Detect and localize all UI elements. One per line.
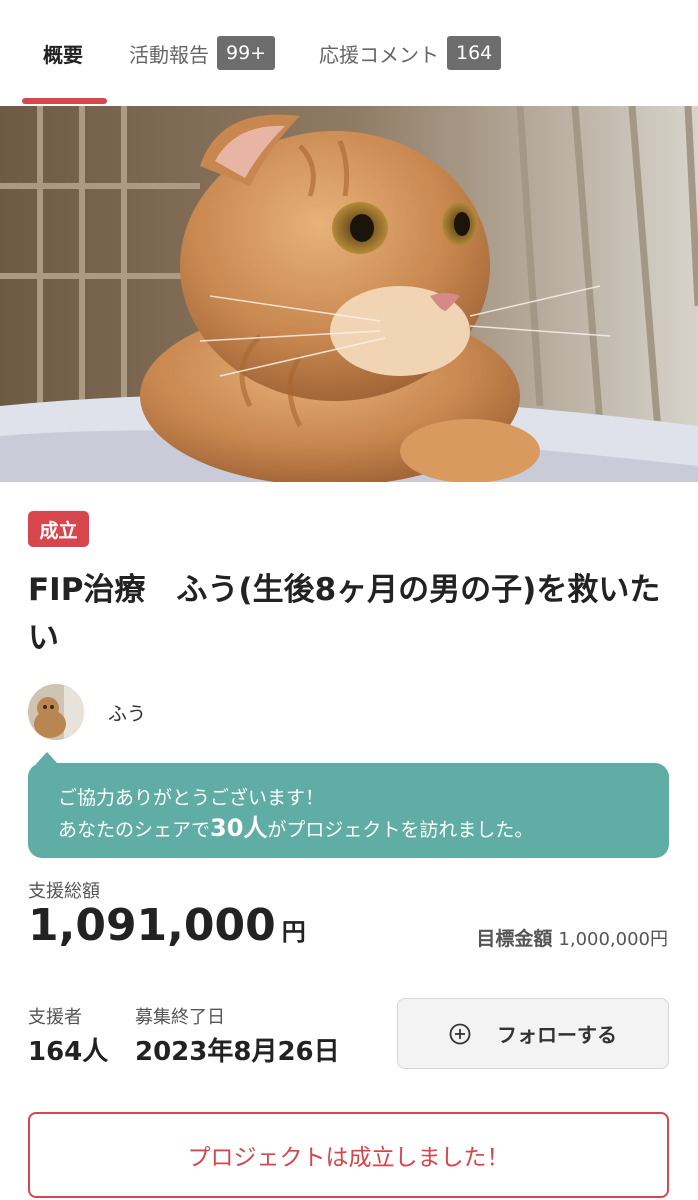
end-date: 2023年8月26日: [135, 1037, 340, 1067]
total-amount: 1,091,000 円: [28, 900, 306, 951]
goal-value: 1,000,000円: [558, 929, 668, 950]
active-tab-indicator: [22, 98, 107, 104]
tab-support-comments[interactable]: 応援コメント 164: [319, 0, 502, 106]
supporters-label: 支援者: [28, 1007, 82, 1028]
follow-button-label: フォローする: [497, 1023, 617, 1047]
total-amount-unit: 円: [281, 918, 306, 946]
project-title: FIP治療 ふう(生後8ヶ月の男の子)を救いたい: [28, 572, 661, 656]
supporters-count: 164人: [28, 1037, 109, 1067]
owner-name: ふう: [108, 702, 147, 725]
status-badge: 成立: [28, 511, 89, 547]
tab-overview[interactable]: 概要: [43, 0, 83, 106]
count-badge: 99+: [217, 36, 276, 70]
share-banner-line2: あなたのシェアで30人がプロジェクトを訪れました。: [58, 813, 669, 845]
share-banner-line1: ご協力ありがとうございます！: [58, 787, 325, 809]
total-amount-value: 1,091,000: [28, 900, 276, 951]
follow-button[interactable]: フォローする: [397, 998, 669, 1069]
share-prefix: あなたのシェアで: [58, 819, 211, 841]
end-date-label: 募集終了日: [135, 1007, 225, 1028]
tab-activity-reports[interactable]: 活動報告 99+: [129, 0, 276, 106]
share-count: 30人: [210, 814, 268, 842]
project-owner[interactable]: ふう: [28, 684, 146, 740]
share-banner: ご協力ありがとうございます！ あなたのシェアで30人がプロジェクトを訪れました。: [28, 763, 669, 858]
project-hero-image: [0, 106, 698, 482]
owner-avatar: [28, 684, 84, 740]
goal-amount: 目標金額 1,000,000円: [476, 924, 668, 951]
goal-label: 目標金額: [476, 928, 553, 950]
project-success-button[interactable]: プロジェクトは成立しました！: [28, 1112, 669, 1198]
tab-label: 活動報告: [129, 42, 209, 67]
tab-label: 概要: [43, 42, 83, 67]
tab-bar: 概要 活動報告 99+ 応援コメント 164: [0, 0, 698, 107]
share-suffix: がプロジェクトを訪れました。: [267, 819, 534, 841]
count-badge: 164: [447, 36, 502, 70]
project-success-label: プロジェクトは成立しました！: [187, 1145, 510, 1171]
tab-label: 応援コメント: [319, 42, 439, 67]
plus-circle-icon: [449, 1023, 471, 1045]
